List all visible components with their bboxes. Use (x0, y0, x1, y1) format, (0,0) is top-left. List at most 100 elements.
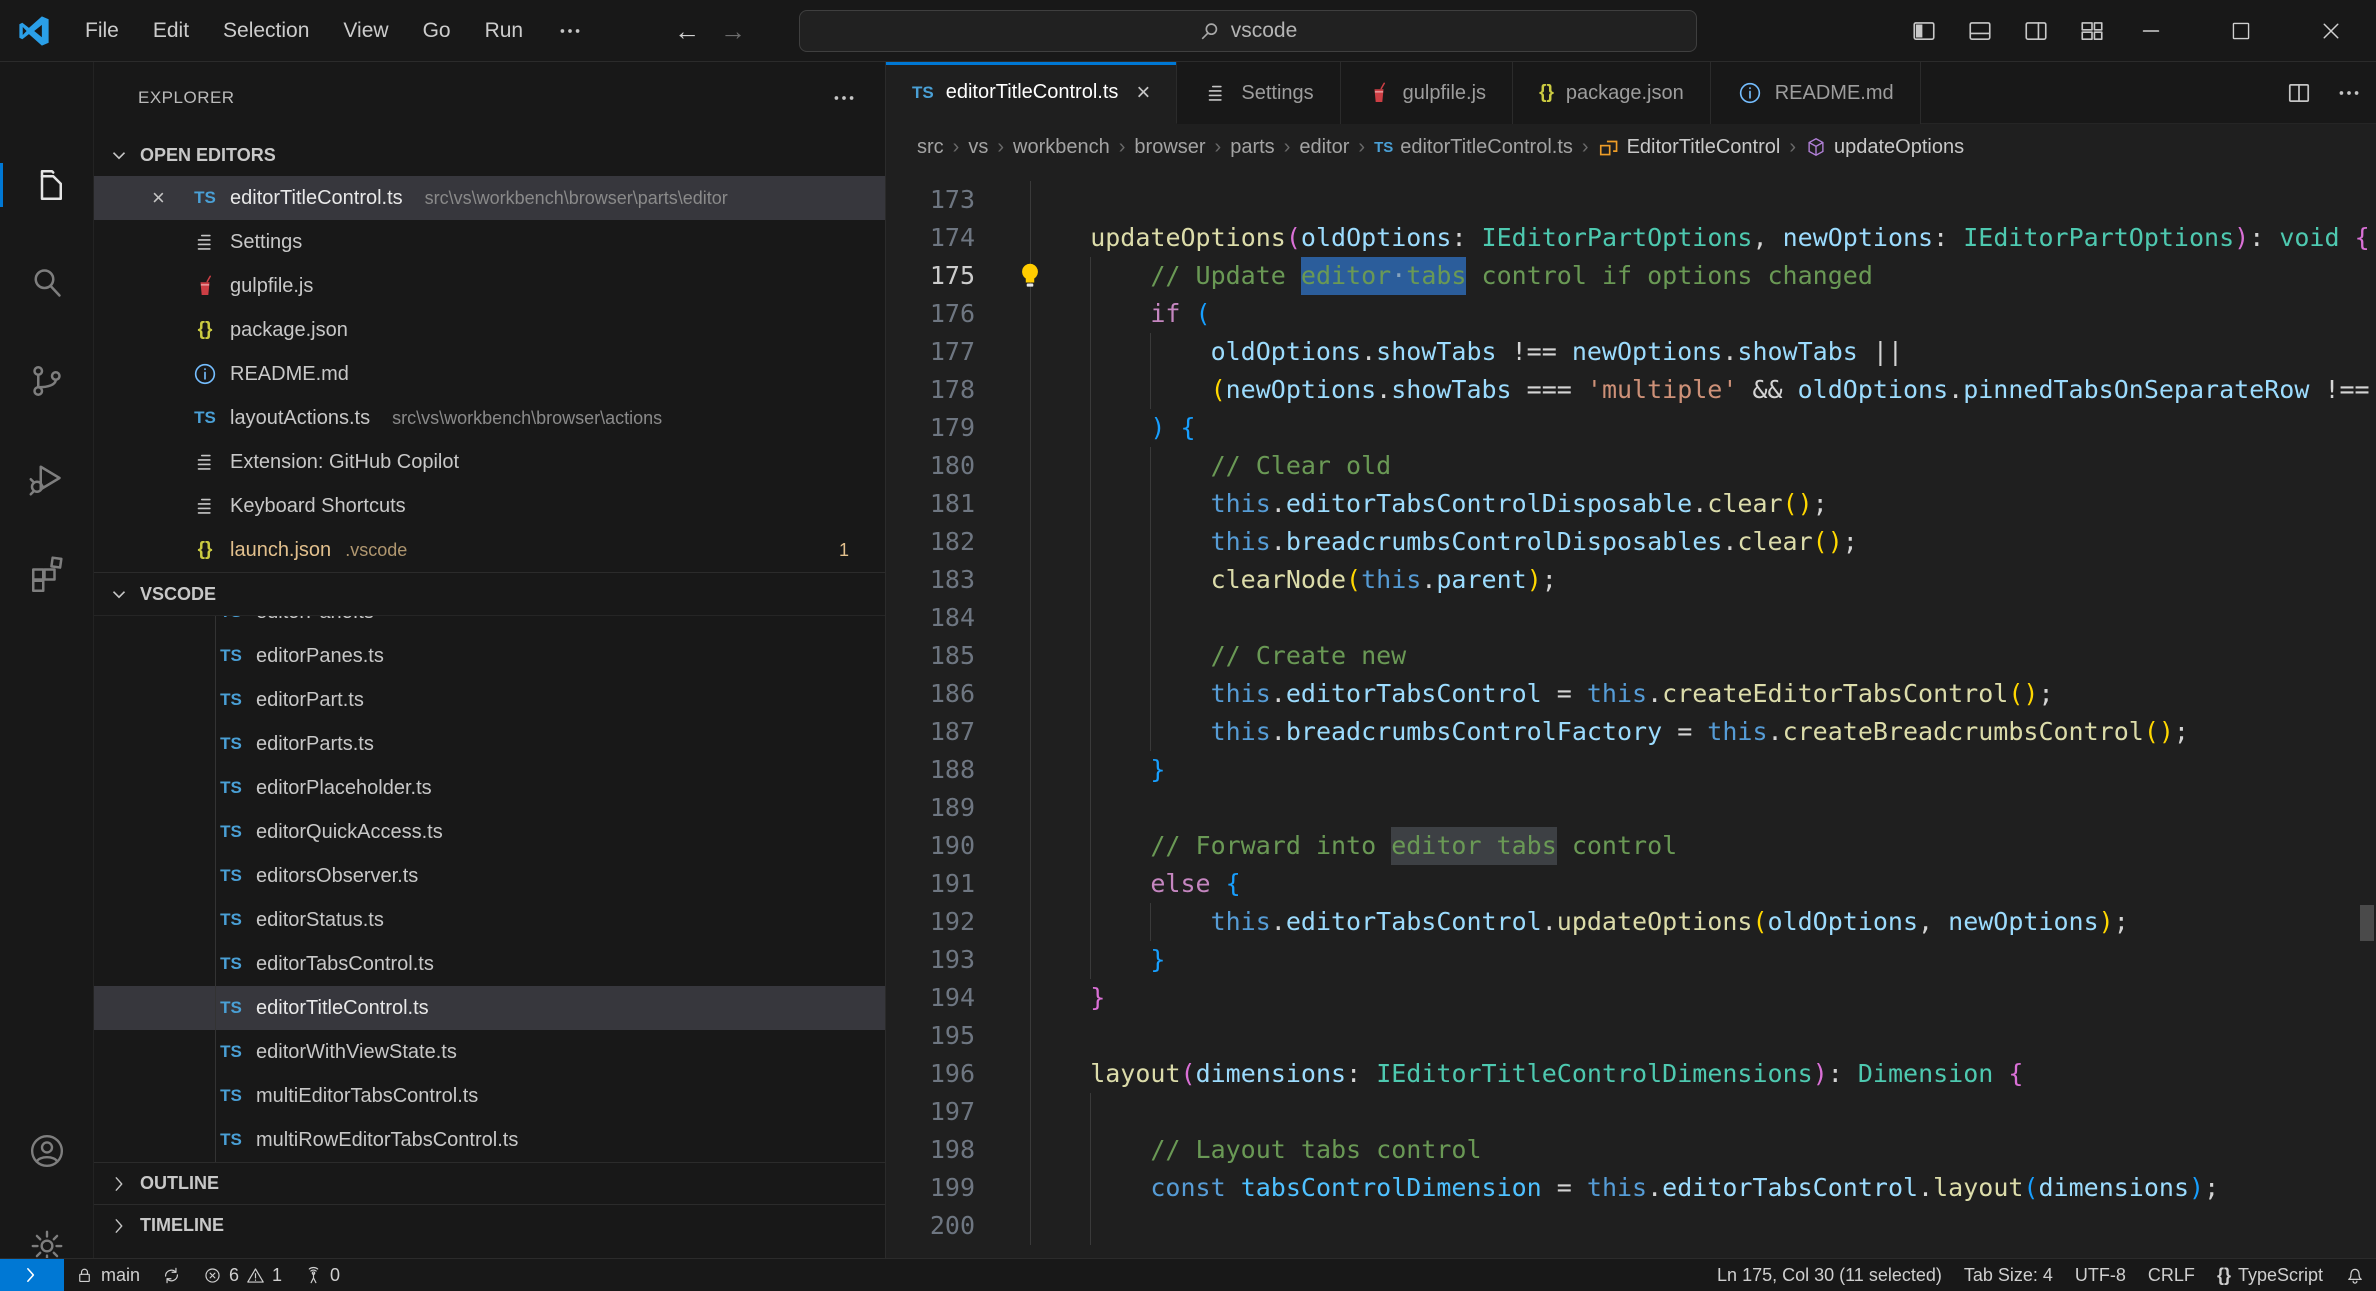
breadcrumb-item[interactable]: vs (968, 136, 988, 159)
status-tab-size-4[interactable]: Tab Size: 4 (1953, 1259, 2064, 1291)
minimize-button[interactable] (2106, 0, 2196, 62)
status-lock[interactable]: main (64, 1259, 151, 1291)
code-line[interactable]: 187 this. breadcrumbsControlFactory = thi… (886, 713, 2376, 751)
code-line[interactable]: 184 (886, 599, 2376, 637)
breadcrumb-item[interactable]: updateOptions (1805, 136, 1964, 159)
code-line[interactable]: 178 (newOptions. showTabs === 'multiple' … (886, 371, 2376, 409)
open-editor-row[interactable]: TS layoutActions.ts src\vs\workbench\bro… (94, 396, 885, 440)
code-line[interactable]: 196 layout(dimensions: IEditorTitleContr… (886, 1055, 2376, 1093)
tree-row[interactable]: TS multiRowEditorTabsControl.ts (94, 1118, 885, 1162)
tree-row[interactable]: TS editorsObserver.ts (94, 854, 885, 898)
status-bell[interactable] (2334, 1259, 2376, 1291)
code-line[interactable]: 177 oldOptions. showTabs !== newOptions. s… (886, 333, 2376, 371)
code-area[interactable]: 173 174 updateOptions(oldOptions: IEdito… (886, 170, 2376, 1291)
breadcrumb-item[interactable]: TS editorTitleControl.ts (1374, 136, 1573, 159)
open-editors-header[interactable]: OPEN EDITORS (94, 134, 885, 176)
code-line[interactable]: 192 this. editorTabsControl. updateOptions… (886, 903, 2376, 941)
tree-row[interactable]: TS editorPanes.ts (94, 634, 885, 678)
code-line[interactable]: 191 else { (886, 865, 2376, 903)
code-line[interactable]: 189 (886, 789, 2376, 827)
code-line[interactable]: 181 this. editorTabsControlDisposable. cle… (886, 485, 2376, 523)
layout-sidebar-right-toggle[interactable] (2010, 9, 2062, 53)
editor-tab[interactable]: gulpfile.js (1340, 62, 1514, 124)
code-line[interactable]: 198 // Layout tabs control (886, 1131, 2376, 1169)
code-line[interactable]: 200 (886, 1207, 2376, 1245)
editor-tab[interactable]: README.md (1710, 62, 1921, 124)
code-line[interactable]: 186 this. editorTabsControl = this. create… (886, 675, 2376, 713)
code-line[interactable]: 183 clearNode(this. parent); (886, 561, 2376, 599)
code-line[interactable]: 180 // Clear old (886, 447, 2376, 485)
breadcrumb-item[interactable]: editor (1299, 136, 1349, 159)
menu-selection[interactable]: Selection (206, 9, 326, 53)
tree-row[interactable]: TS editorStatus.ts (94, 898, 885, 942)
status-sync[interactable] (151, 1259, 192, 1291)
code-line[interactable]: 176 if ( (886, 295, 2376, 333)
outline-section-header[interactable]: OUTLINE (94, 1162, 885, 1204)
menu-file[interactable]: File (68, 9, 136, 53)
code-line[interactable]: 175 // Update editor · tabs control if opt… (886, 257, 2376, 295)
tree-row[interactable]: TS editorTabsControl.ts (94, 942, 885, 986)
status-utf-8[interactable]: UTF-8 (2064, 1259, 2137, 1291)
maximize-button[interactable] (2196, 0, 2286, 62)
status-typescript[interactable]: {} TypeScript (2206, 1259, 2334, 1291)
code-line[interactable]: 182 this. breadcrumbsControlDisposables. c… (886, 523, 2376, 561)
editor-tab[interactable]: {} package.json (1513, 62, 1711, 124)
code-line[interactable]: 190 // Forward into editor tabs control (886, 827, 2376, 865)
more-actions-icon[interactable] (2336, 80, 2362, 106)
menu-run[interactable]: Run (468, 9, 541, 53)
code-line[interactable]: 194 } (886, 979, 2376, 1017)
breadcrumb-item[interactable]: workbench (1013, 136, 1110, 159)
open-editor-row[interactable]: {} launch.json .vscode 1 (94, 528, 885, 572)
breadcrumb-item[interactable]: src (917, 136, 944, 159)
code-line[interactable]: 174 updateOptions(oldOptions: IEditorPar… (886, 219, 2376, 257)
tree-row[interactable]: TS editorParts.ts (94, 722, 885, 766)
go-back-button[interactable]: ← (664, 9, 710, 53)
status-remote[interactable] (0, 1259, 64, 1291)
tree-row[interactable]: TS multiEditorTabsControl.ts (94, 1074, 885, 1118)
timeline-section-header[interactable]: TIMELINE (94, 1204, 885, 1246)
close-button[interactable] (2286, 0, 2376, 62)
activity-search[interactable] (0, 247, 94, 319)
code-line[interactable]: 188 } (886, 751, 2376, 789)
code-line[interactable]: 195 (886, 1017, 2376, 1055)
code-line[interactable]: 173 (886, 181, 2376, 219)
editor-tab[interactable]: Settings (1177, 62, 1341, 124)
open-editor-row[interactable]: Extension: GitHub Copilot (94, 440, 885, 484)
status-ln-175-col-30-11-selected-[interactable]: Ln 175, Col 30 (11 selected) (1706, 1259, 1953, 1291)
close-tab-icon[interactable]: × (1136, 79, 1150, 107)
split-editor-icon[interactable] (2286, 80, 2312, 106)
open-editor-row[interactable]: {} package.json (94, 308, 885, 352)
tree-row[interactable]: TS editorTitleControl.ts (94, 986, 885, 1030)
tree-row[interactable]: TS editorPlaceholder.ts (94, 766, 885, 810)
status-radio-tower[interactable]: 0 (293, 1259, 351, 1291)
code-line[interactable]: 193 } (886, 941, 2376, 979)
scrollbar-thumb[interactable] (2360, 905, 2374, 941)
menu-edit[interactable]: Edit (136, 9, 206, 53)
layout-panel-toggle[interactable] (1954, 9, 2006, 53)
activity-source-control[interactable] (0, 345, 94, 417)
status-error[interactable]: 6 1 (192, 1259, 293, 1291)
layout-sidebar-toggle[interactable] (1898, 9, 1950, 53)
close-editor-icon[interactable]: × (152, 185, 165, 211)
tree-row[interactable]: TS editorWithViewState.ts (94, 1030, 885, 1074)
status-crlf[interactable]: CRLF (2137, 1259, 2206, 1291)
activity-extensions[interactable] (0, 536, 94, 608)
code-line[interactable]: 185 // Create new (886, 637, 2376, 675)
open-editor-row[interactable]: Settings (94, 220, 885, 264)
menu-more[interactable] (540, 9, 600, 53)
menu-go[interactable]: Go (406, 9, 468, 53)
tree-row[interactable]: TS editorPane.ts (94, 616, 885, 634)
open-editor-row[interactable]: README.md (94, 352, 885, 396)
breadcrumb-item[interactable]: browser (1134, 136, 1205, 159)
tree-row[interactable]: TS editorPart.ts (94, 678, 885, 722)
activity-account[interactable] (0, 1115, 94, 1187)
lightbulb-icon[interactable] (1015, 260, 1045, 290)
open-editor-row[interactable]: Keyboard Shortcuts (94, 484, 885, 528)
code-line[interactable]: 197 (886, 1093, 2376, 1131)
activity-explorer[interactable] (0, 149, 94, 221)
workspace-section-header[interactable]: VSCODE (94, 572, 885, 616)
editor-tab[interactable]: TS editorTitleControl.ts × (886, 62, 1178, 124)
activity-run-debug[interactable] (0, 442, 94, 514)
breadcrumb-item[interactable]: parts (1230, 136, 1274, 159)
tree-row[interactable]: TS editorQuickAccess.ts (94, 810, 885, 854)
